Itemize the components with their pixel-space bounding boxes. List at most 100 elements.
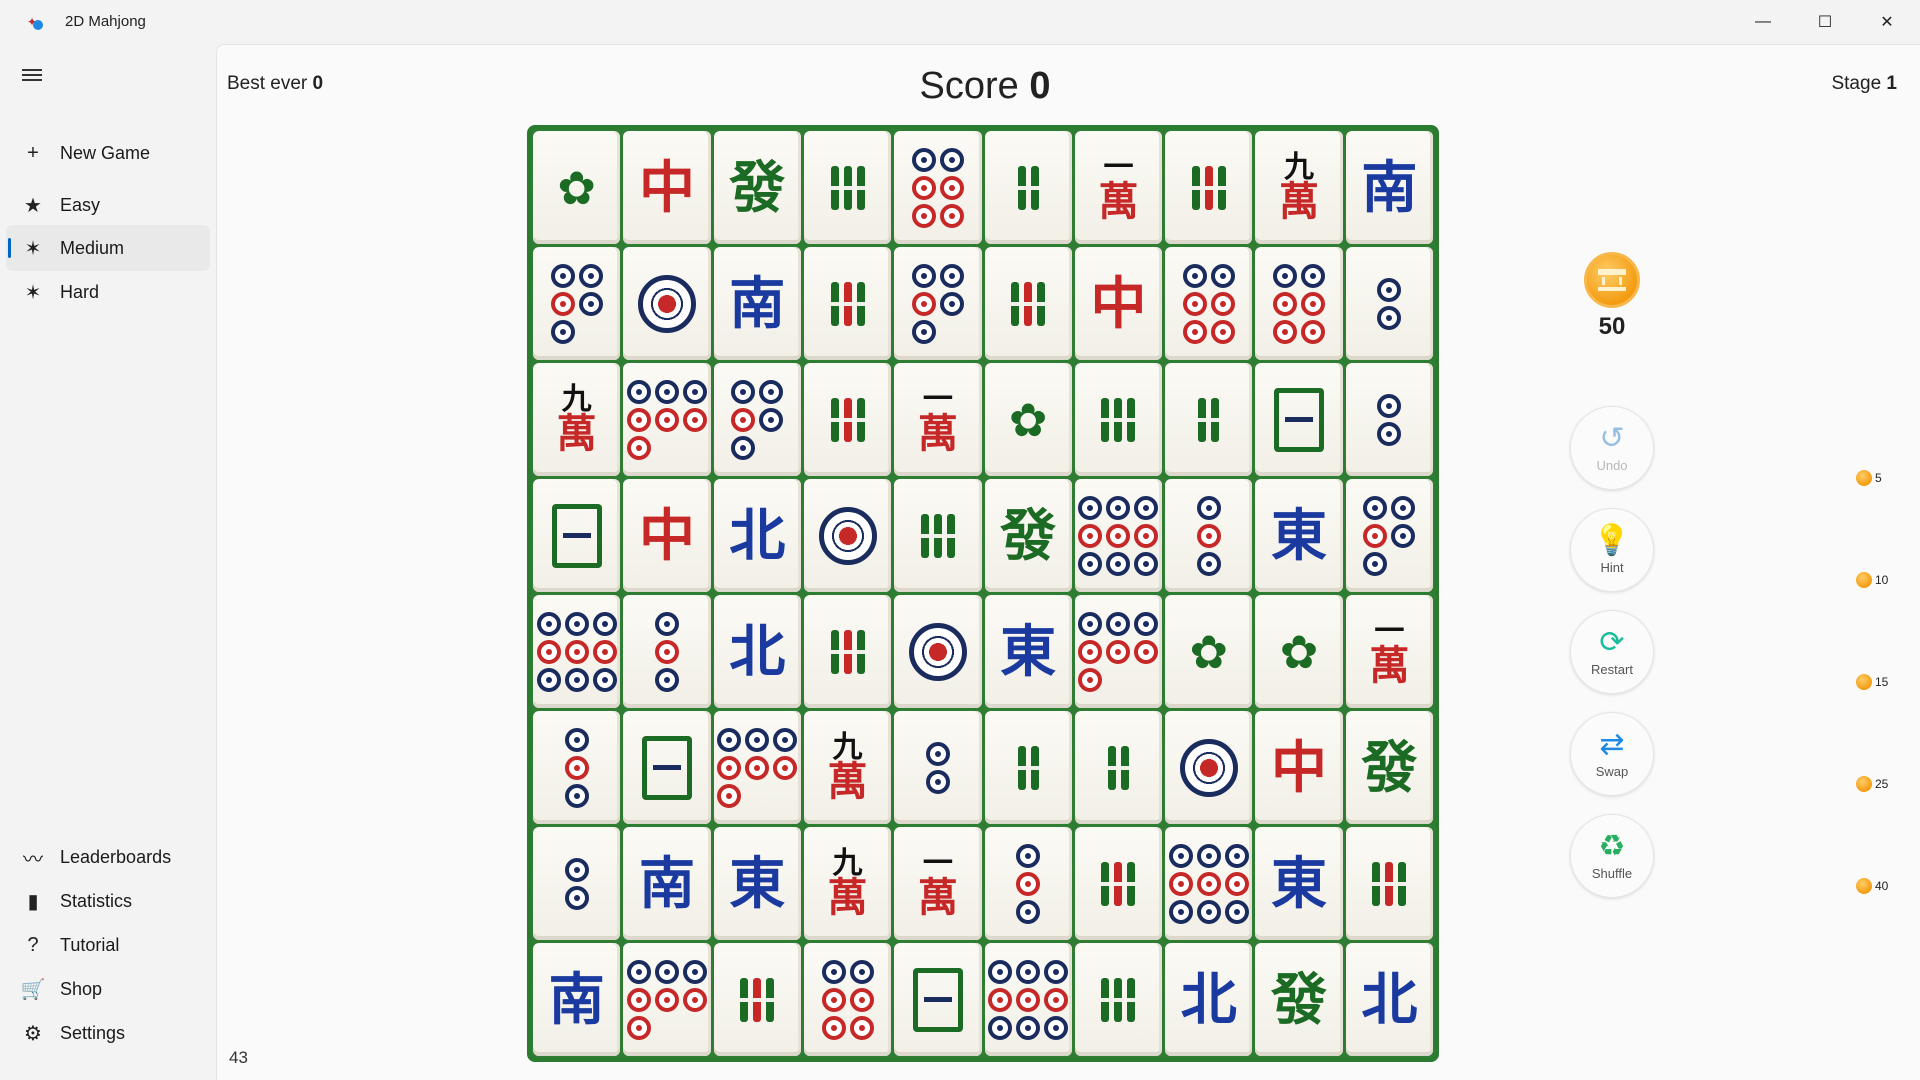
mahjong-tile[interactable] [533, 595, 621, 708]
mahjong-tile[interactable] [984, 711, 1072, 824]
mahjong-tile[interactable]: ✿ [1255, 595, 1343, 708]
mahjong-tile[interactable] [1255, 247, 1343, 360]
mahjong-tile[interactable] [623, 943, 711, 1056]
mahjong-tile[interactable] [623, 247, 711, 360]
mahjong-tile[interactable]: 一萬 [894, 363, 982, 476]
sidebar-item-settings[interactable]: ⚙ Settings [6, 1010, 210, 1056]
mahjong-tile[interactable] [894, 479, 982, 592]
sidebar-item-new-game[interactable]: + New Game [6, 130, 210, 176]
mahjong-tile[interactable]: 一萬 [1345, 595, 1433, 708]
mahjong-tile[interactable] [803, 943, 892, 1056]
mahjong-tile[interactable] [803, 247, 892, 360]
sidebar-item-hard[interactable]: ✶ Hard [6, 269, 210, 315]
close-button[interactable]: ✕ [1856, 0, 1918, 44]
mahjong-tile[interactable] [803, 479, 892, 592]
mahjong-tile[interactable] [623, 595, 711, 708]
mahjong-tile[interactable] [1074, 711, 1163, 824]
mahjong-tile[interactable]: 一萬 [894, 827, 982, 940]
mahjong-tile[interactable] [894, 711, 982, 824]
mahjong-tile[interactable] [533, 827, 621, 940]
mahjong-tile[interactable]: 北 [1165, 943, 1253, 1056]
mahjong-tile[interactable]: 中 [623, 479, 711, 592]
mahjong-tile[interactable] [1255, 363, 1343, 476]
sidebar-item-tutorial[interactable]: ? Tutorial [6, 922, 210, 968]
mahjong-tile[interactable] [1345, 827, 1433, 940]
mahjong-tile[interactable]: 發 [1255, 943, 1343, 1056]
mahjong-tile[interactable] [623, 363, 711, 476]
mahjong-tile[interactable] [1165, 827, 1253, 940]
mahjong-tile[interactable] [894, 131, 982, 244]
mahjong-tile[interactable]: 一萬 [1074, 131, 1163, 244]
mahjong-tile[interactable] [803, 363, 892, 476]
mahjong-tile[interactable] [1345, 247, 1433, 360]
sidebar-item-leaderboards[interactable]: 〰 Leaderboards [6, 834, 210, 880]
eight-bamboo-tile-face [912, 967, 963, 1032]
mahjong-tile[interactable] [1165, 479, 1253, 592]
hint-button[interactable]: 💡 Hint [1570, 508, 1654, 592]
mahjong-tile[interactable] [713, 943, 801, 1056]
mahjong-tile[interactable] [894, 943, 982, 1056]
mahjong-tile[interactable] [1074, 595, 1163, 708]
shuffle-button[interactable]: ♻ Shuffle [1570, 814, 1654, 898]
mahjong-tile[interactable]: 九萬 [533, 363, 621, 476]
minimize-icon: — [1755, 13, 1771, 30]
mahjong-tile[interactable] [984, 131, 1072, 244]
mahjong-tile[interactable]: 發 [1345, 711, 1433, 824]
sidebar-item-easy[interactable]: ★ Easy [6, 182, 210, 228]
sidebar-item-shop[interactable]: 🛒 Shop [6, 966, 210, 1012]
hamburger-icon[interactable] [22, 66, 46, 84]
mahjong-tile[interactable]: 發 [713, 131, 801, 244]
mahjong-tile[interactable]: ✿ [533, 131, 621, 244]
mahjong-tile[interactable]: 東 [984, 595, 1072, 708]
maximize-button[interactable]: ☐ [1794, 0, 1856, 44]
mahjong-tile[interactable]: 北 [713, 479, 801, 592]
mahjong-tile[interactable]: 中 [623, 131, 711, 244]
sidebar-item-medium[interactable]: ✶ Medium [6, 225, 210, 271]
mahjong-tile[interactable] [1074, 827, 1163, 940]
mahjong-tile[interactable] [1165, 363, 1253, 476]
mahjong-tile[interactable]: 九萬 [1255, 131, 1343, 244]
mahjong-tile[interactable] [533, 479, 621, 592]
mahjong-tile[interactable]: 南 [623, 827, 711, 940]
mahjong-tile[interactable] [1074, 479, 1163, 592]
mahjong-tile[interactable] [1345, 479, 1433, 592]
mahjong-tile[interactable] [984, 247, 1072, 360]
mahjong-tile[interactable] [623, 711, 711, 824]
mahjong-tile[interactable]: 南 [1345, 131, 1433, 244]
mahjong-tile[interactable] [984, 827, 1072, 940]
mahjong-tile[interactable]: 東 [713, 827, 801, 940]
mahjong-tile[interactable] [1074, 943, 1163, 1056]
mahjong-tile[interactable] [1345, 363, 1433, 476]
mahjong-tile[interactable]: 東 [1255, 479, 1343, 592]
mahjong-tile[interactable]: 中 [1074, 247, 1163, 360]
mahjong-tile[interactable]: 九萬 [803, 711, 892, 824]
minimize-button[interactable]: — [1732, 0, 1794, 44]
swap-button[interactable]: ⇄ Swap [1570, 712, 1654, 796]
mahjong-tile[interactable]: 東 [1255, 827, 1343, 940]
mahjong-tile[interactable] [533, 247, 621, 360]
mahjong-tile[interactable] [533, 711, 621, 824]
mahjong-tile[interactable] [803, 131, 892, 244]
mahjong-tile[interactable] [1165, 711, 1253, 824]
mahjong-tile[interactable] [984, 943, 1072, 1056]
undo-button[interactable]: ↺ Undo [1570, 406, 1654, 490]
mahjong-tile[interactable]: ✿ [1165, 595, 1253, 708]
mahjong-tile[interactable] [1165, 247, 1253, 360]
mahjong-tile[interactable] [894, 247, 982, 360]
mahjong-tile[interactable] [713, 363, 801, 476]
mahjong-tile[interactable]: 北 [1345, 943, 1433, 1056]
mahjong-tile[interactable]: 中 [1255, 711, 1343, 824]
mahjong-tile[interactable] [1074, 363, 1163, 476]
mahjong-tile[interactable] [803, 595, 892, 708]
restart-button[interactable]: ⟳ Restart [1570, 610, 1654, 694]
mahjong-tile[interactable]: 發 [984, 479, 1072, 592]
mahjong-tile[interactable] [713, 711, 801, 824]
mahjong-tile[interactable] [1165, 131, 1253, 244]
mahjong-tile[interactable]: 九萬 [803, 827, 892, 940]
mahjong-tile[interactable]: ✿ [984, 363, 1072, 476]
mahjong-tile[interactable]: 北 [713, 595, 801, 708]
sidebar-item-statistics[interactable]: ▮ Statistics [6, 878, 210, 924]
mahjong-tile[interactable]: 南 [533, 943, 621, 1056]
mahjong-tile[interactable] [894, 595, 982, 708]
mahjong-tile[interactable]: 南 [713, 247, 801, 360]
